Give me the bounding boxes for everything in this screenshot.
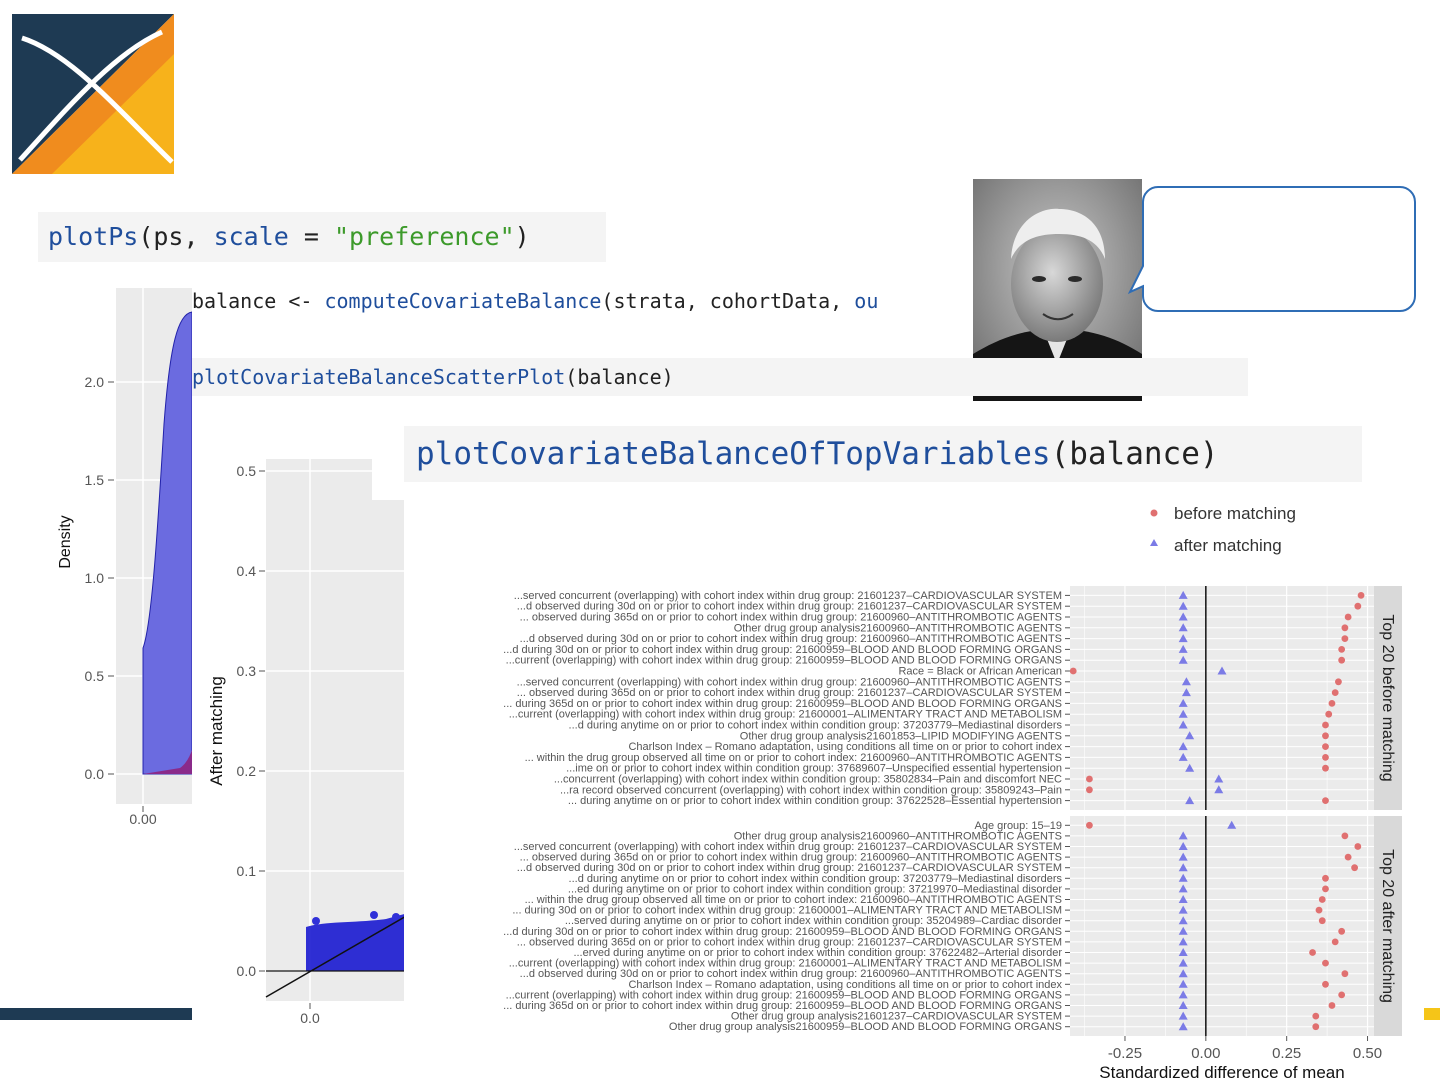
scatter-xtick: 0.0 [300, 1010, 320, 1026]
before-point [1341, 635, 1349, 642]
x-tick-label: -0.25 [1108, 1045, 1142, 1062]
x-tick-label: 0.25 [1272, 1045, 1301, 1062]
x-axis-label: Standardized difference of mean [1099, 1063, 1344, 1080]
before-point [1322, 980, 1329, 988]
code-scatter-plot: plotCovariateBalanceScatterPlot(balance) [192, 358, 1248, 396]
before-point [1086, 821, 1093, 829]
before-point [1312, 1023, 1320, 1031]
before-point [1344, 853, 1352, 861]
before-point [1354, 843, 1362, 850]
scatter-ytick: 0.2 [237, 763, 257, 779]
before-point [1309, 949, 1316, 956]
facet-panel [1070, 816, 1374, 1036]
scatter-ytick: 0.0 [237, 963, 257, 979]
code-top-variables: plotCovariateBalanceOfTopVariables(balan… [404, 426, 1362, 482]
density-ytick: 0.5 [85, 668, 105, 684]
speech-bubble-tail [1128, 262, 1150, 294]
facet-strip-label: Top 20 before matching [1379, 614, 1396, 781]
before-point [1322, 874, 1329, 882]
before-point [1335, 678, 1342, 686]
before-point [1322, 959, 1329, 967]
before-point [1318, 896, 1326, 903]
before-point [1331, 689, 1339, 696]
before-point [1338, 991, 1346, 999]
code-plotps: plotPs(ps, scale = "preference") [38, 212, 606, 262]
before-point [1322, 721, 1329, 729]
before-point [1338, 646, 1346, 653]
scatter-ylabel: After matching [207, 676, 226, 786]
before-point [1325, 710, 1333, 718]
footer-navy-bar [0, 1008, 192, 1020]
x-tick-label: 0.50 [1353, 1045, 1382, 1062]
legend-after-label: after matching [1174, 536, 1282, 555]
density-xtick: 0.00 [129, 811, 156, 827]
before-point [1322, 797, 1329, 804]
legend-before-marker [1150, 509, 1158, 517]
before-point [1086, 775, 1093, 783]
density-ytick: 1.5 [85, 472, 105, 488]
ohdsi-logo [12, 14, 174, 174]
before-point [1357, 592, 1365, 599]
density-ylabel: Density [57, 515, 74, 568]
before-point [1312, 1012, 1320, 1020]
before-point [1328, 700, 1336, 707]
covariate-label: ... during anytime on or prior to cohort… [568, 795, 1062, 807]
scatter-ytick: 0.3 [237, 663, 257, 679]
before-point [1331, 938, 1339, 946]
density-ytick: 0.0 [85, 766, 105, 782]
x-tick-label: 0.00 [1191, 1045, 1220, 1062]
top-variables-chart: before matchingafter matching...served c… [503, 504, 1402, 1082]
code-compute-balance: balance <- computeCovariateBalance(strat… [192, 284, 972, 318]
covariate-label: Other drug group analysis21600959–BLOOD … [669, 1021, 1062, 1033]
legend-before-label: before matching [1174, 504, 1296, 523]
before-point [1341, 832, 1349, 840]
before-point [1351, 864, 1358, 872]
before-point [1338, 656, 1346, 664]
density-plot: Density 0.0 0.5 1.0 1.5 2.0 0.00 [57, 288, 192, 827]
before-point [1344, 613, 1352, 621]
before-point [1338, 927, 1346, 935]
code-fn-name: plotPs [48, 222, 139, 251]
density-ytick: 1.0 [85, 570, 105, 586]
legend-after-marker [1150, 539, 1158, 546]
scatter-ytick: 0.4 [237, 563, 257, 579]
code-top-variables-backdrop [372, 426, 408, 500]
before-point [1341, 624, 1349, 632]
before-point [1322, 764, 1329, 772]
top-variables-chart-wrapper: before matching after matching ...served c… [404, 482, 1440, 1082]
before-point [1315, 906, 1323, 914]
facet-strip-label: Top 20 after matching [1379, 849, 1396, 1003]
covariate-scatter-plot: After matching 0.0 0.1 0.2 0.3 0.4 0.5 0… [207, 459, 408, 1026]
before-point [1341, 970, 1349, 978]
before-point [1086, 786, 1093, 794]
footer-yellow-accent [1424, 1008, 1440, 1020]
before-point [1322, 732, 1329, 740]
density-ytick: 2.0 [85, 374, 105, 390]
before-point [1322, 754, 1329, 761]
before-point [1328, 1002, 1336, 1009]
before-point [1322, 885, 1329, 893]
facet-panel [1070, 586, 1374, 810]
before-point [1318, 917, 1326, 925]
speech-bubble [1142, 186, 1416, 312]
scatter-ytick: 0.5 [237, 463, 257, 479]
scatter-ytick: 0.1 [237, 863, 257, 879]
before-point [1322, 743, 1329, 750]
before-point [1354, 602, 1362, 610]
before-point [1069, 667, 1077, 675]
